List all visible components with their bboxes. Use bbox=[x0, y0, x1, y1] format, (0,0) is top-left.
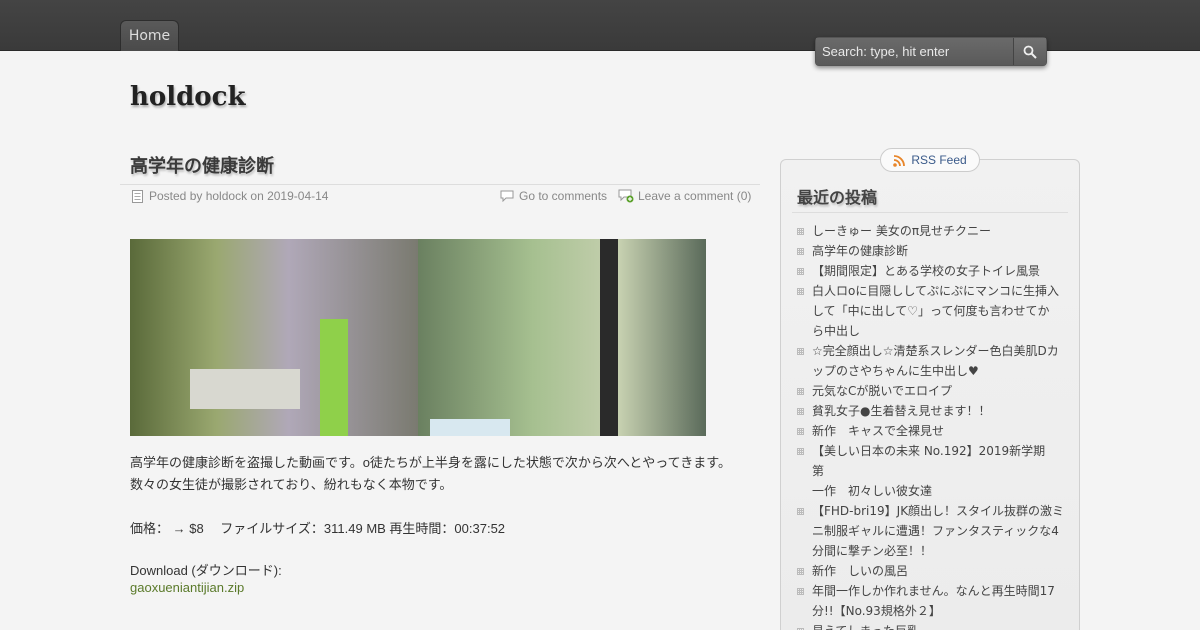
list-bullet-icon bbox=[797, 221, 812, 241]
post-featured-image[interactable] bbox=[130, 239, 706, 436]
list-bullet-icon bbox=[797, 421, 812, 441]
list-bullet-icon bbox=[797, 401, 812, 421]
recent-post-title: 白人ロoに目隠ししてぷにぷにマンコに生挿入 して「中に出して♡」って何度も言わせて… bbox=[812, 281, 1065, 341]
recent-posts-list: しーきゅー 美女のπ見せチクニー 高学年の健康診断【期間限定】とある学校の女子トイ… bbox=[797, 221, 1065, 630]
post-meta: Posted by holdock on 2019-04-14 Go to co… bbox=[120, 184, 760, 208]
image-green-bottle-shape bbox=[320, 319, 348, 436]
sidebar-divider bbox=[792, 212, 1068, 213]
list-bullet-icon bbox=[797, 561, 812, 581]
recent-post-title: 新作 しいの風呂 bbox=[812, 561, 1065, 581]
post-paragraph-line1: 高学年の健康診断を盗撮した動画です。ο徒たちが上半身を露にした状態で次から次へと… bbox=[130, 455, 731, 470]
recent-post-title-line: 新作 キャスで全裸見せ bbox=[812, 424, 945, 438]
recent-post-title-line: 見えてしまった巨乳 bbox=[812, 624, 919, 630]
recent-post-title: 新作 キャスで全裸見せ bbox=[812, 421, 1065, 441]
list-bullet-icon bbox=[797, 581, 812, 601]
image-shelf-shape bbox=[190, 369, 300, 409]
recent-post-title-line: 年間一作しか作れません。なんと再生時間17 bbox=[812, 584, 1055, 598]
recent-post-title-line: 【期間限定】とある学校の女子トイレ風景 bbox=[812, 264, 1041, 278]
recent-post-item[interactable]: 【FHD-bri19】JK顔出し！スタイル抜群の激ミ ニ制服ギャルに遭遇！ファンタ… bbox=[797, 501, 1065, 561]
rss-feed-label: RSS Feed bbox=[911, 153, 967, 167]
post-author-date: Posted by holdock on 2019-04-14 bbox=[132, 189, 328, 203]
recent-post-title: 【期間限定】とある学校の女子トイレ風景 bbox=[812, 261, 1065, 281]
recent-post-title: 見えてしまった巨乳 bbox=[812, 621, 1065, 630]
recent-post-title-line: 【FHD-bri19】JK顔出し！スタイル抜群の激ミ bbox=[812, 504, 1065, 518]
recent-post-item[interactable]: 【期間限定】とある学校の女子トイレ風景 bbox=[797, 261, 1065, 281]
recent-post-item[interactable]: ☆完全顔出し☆清楚系スレンダー色白美肌Dカ ップのさやちゃんに生中出し♥ bbox=[797, 341, 1065, 381]
nav-home-tab[interactable]: Home bbox=[120, 20, 179, 51]
recent-post-title-line: 分間に撃チン必至！！ bbox=[812, 544, 933, 558]
site-title[interactable]: holdock bbox=[130, 82, 246, 112]
leave-comment-link[interactable]: Leave a comment (0) bbox=[618, 189, 751, 203]
search-button[interactable] bbox=[1014, 38, 1046, 65]
recent-post-title-line: 貧乳女子●生着替え見せます！！ bbox=[812, 404, 991, 418]
search-icon bbox=[1023, 45, 1037, 59]
recent-post-title-line: して「中に出して♡」って何度も言わせてか bbox=[812, 304, 1050, 318]
recent-post-item[interactable]: 年間一作しか作れません。なんと再生時間17 分!!【No.93規格外２】 bbox=[797, 581, 1065, 621]
recent-post-title-line: しーきゅー 美女のπ見せチクニー bbox=[812, 224, 992, 238]
recent-post-title-line: ニ制服ギャルに遭遇！ファンタスティックな4 bbox=[812, 524, 1059, 538]
recent-post-title-line: ップのさやちゃんに生中出し♥ bbox=[812, 364, 979, 378]
recent-post-title-line: 一作 初々しい彼女達 bbox=[812, 484, 933, 498]
post-title[interactable]: 高学年の健康診断 bbox=[130, 152, 274, 178]
image-right-panel bbox=[418, 239, 706, 436]
recent-post-item[interactable]: 見えてしまった巨乳 bbox=[797, 621, 1065, 630]
recent-post-title-line: 新作 しいの風呂 bbox=[812, 564, 909, 578]
rss-icon bbox=[893, 154, 906, 167]
list-bullet-icon bbox=[797, 281, 812, 301]
image-window-shape bbox=[430, 419, 510, 436]
search-input[interactable]: Search: type, hit enter bbox=[816, 38, 1014, 65]
post-price-line: 価格： → $8 ファイルサイズ：311.49 MB 再生時間：00:37:52 bbox=[130, 521, 506, 536]
download-label: Download (ダウンロード): bbox=[130, 563, 282, 578]
list-bullet-icon bbox=[797, 441, 812, 461]
recent-post-item[interactable]: 元気なCが脱いでエロイプ bbox=[797, 381, 1065, 401]
recent-post-title-line: 白人ロoに目隠ししてぷにぷにマンコに生挿入 bbox=[812, 284, 1059, 298]
leave-comment-label: Leave a comment (0) bbox=[638, 189, 752, 203]
recent-post-title-line: ら中出し bbox=[812, 324, 861, 338]
recent-post-title: 元気なCが脱いでエロイプ bbox=[812, 381, 1065, 401]
recent-post-title: 高学年の健康診断 bbox=[812, 241, 1065, 261]
list-bullet-icon bbox=[797, 501, 812, 521]
recent-post-title-line: 分!!【No.93規格外２】 bbox=[812, 604, 941, 618]
recent-post-title-line: ☆完全顔出し☆清楚系スレンダー色白美肌Dカ bbox=[812, 344, 1059, 358]
recent-post-title: 【美しい日本の未来 No.192】2019新学期 第一作 初々しい彼女達 bbox=[812, 441, 1065, 501]
list-bullet-icon bbox=[797, 241, 812, 261]
go-to-comments-link[interactable]: Go to comments bbox=[500, 189, 607, 203]
rss-feed-link[interactable]: RSS Feed bbox=[880, 148, 980, 172]
recent-post-item[interactable]: 貧乳女子●生着替え見せます！！ bbox=[797, 401, 1065, 421]
recent-post-title: 年間一作しか作れません。なんと再生時間17 分!!【No.93規格外２】 bbox=[812, 581, 1065, 621]
list-bullet-icon bbox=[797, 381, 812, 401]
recent-post-item[interactable]: 高学年の健康診断 bbox=[797, 241, 1065, 261]
comment-icon bbox=[500, 190, 514, 202]
recent-post-title-line: 高学年の健康診断 bbox=[812, 244, 909, 258]
recent-post-title: ☆完全顔出し☆清楚系スレンダー色白美肌Dカ ップのさやちゃんに生中出し♥ bbox=[812, 341, 1065, 381]
recent-post-item[interactable]: 白人ロoに目隠ししてぷにぷにマンコに生挿入 して「中に出して♡」って何度も言わせて… bbox=[797, 281, 1065, 341]
post-paragraph-line2: 数々の女生徒が撮影されており、紛れもなく本物です。 bbox=[130, 477, 453, 492]
recent-post-title-line: 【美しい日本の未来 No.192】2019新学期 第 bbox=[812, 444, 1058, 478]
document-icon bbox=[132, 189, 143, 203]
recent-post-title: 貧乳女子●生着替え見せます！！ bbox=[812, 401, 1065, 421]
posted-by-text: Posted by holdock on 2019-04-14 bbox=[149, 189, 329, 203]
search-box: Search: type, hit enter bbox=[815, 37, 1047, 66]
recent-post-item[interactable]: 新作 キャスで全裸見せ bbox=[797, 421, 1065, 441]
recent-post-item[interactable]: 新作 しいの風呂 bbox=[797, 561, 1065, 581]
recent-post-item[interactable]: しーきゅー 美女のπ見せチクニー bbox=[797, 221, 1065, 241]
add-comment-icon bbox=[618, 189, 634, 203]
recent-posts-title: 最近の投稿 bbox=[797, 188, 878, 207]
go-to-comments-label: Go to comments bbox=[519, 189, 608, 203]
image-dark-post-shape bbox=[600, 239, 618, 436]
download-link[interactable]: gaoxueniantijian.zip bbox=[130, 580, 244, 595]
recent-post-item[interactable]: 【美しい日本の未来 No.192】2019新学期 第一作 初々しい彼女達 bbox=[797, 441, 1065, 501]
list-bullet-icon bbox=[797, 261, 812, 281]
list-bullet-icon bbox=[797, 341, 812, 361]
recent-post-title: 【FHD-bri19】JK顔出し！スタイル抜群の激ミ ニ制服ギャルに遭遇！ファンタ… bbox=[812, 501, 1065, 561]
recent-post-title: しーきゅー 美女のπ見せチクニー bbox=[812, 221, 1065, 241]
list-bullet-icon bbox=[797, 621, 812, 630]
recent-post-title-line: 元気なCが脱いでエロイプ bbox=[812, 384, 953, 398]
